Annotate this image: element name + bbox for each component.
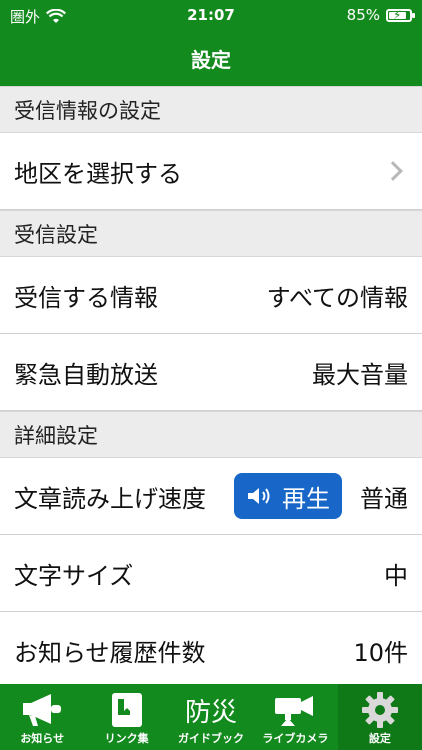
received-info-row[interactable]: 受信する情報 すべての情報 xyxy=(0,257,422,334)
tab-label: お知らせ xyxy=(20,732,65,745)
tab-links[interactable]: リンク集 xyxy=(84,684,168,750)
battery-percent: 85% xyxy=(346,6,380,24)
book-icon xyxy=(111,693,142,727)
page-title: 設定 xyxy=(191,47,231,72)
chevron-right-icon xyxy=(383,161,403,181)
status-bar: 圏外 21:07 85% ⚡ xyxy=(0,0,422,30)
play-button[interactable]: 再生 xyxy=(234,473,342,519)
emergency-broadcast-row[interactable]: 緊急自動放送 最大音量 xyxy=(0,334,422,411)
nav-bar: 設定 xyxy=(0,30,422,86)
reading-speed-row[interactable]: 文章読み上げ速度 再生 普通 xyxy=(0,458,422,535)
row-label: お知らせ履歴件数 xyxy=(14,638,206,667)
history-count-row[interactable]: お知らせ履歴件数 10件 xyxy=(0,612,422,684)
bousai-text-icon: 防災 xyxy=(185,697,238,728)
font-size-row[interactable]: 文字サイズ 中 xyxy=(0,535,422,612)
battery-icon: ⚡ xyxy=(386,7,415,22)
section-header-reception-info: 受信情報の設定 xyxy=(0,86,422,133)
section-title: 受信情報の設定 xyxy=(14,98,161,123)
tab-label: ライブカメラ xyxy=(262,732,329,745)
row-value: 最大音量 xyxy=(312,360,408,389)
megaphone-icon xyxy=(23,694,62,726)
camera-icon xyxy=(275,696,314,726)
tab-guidebook[interactable]: 防災 ガイドブック xyxy=(169,684,253,750)
row-label: 受信する情報 xyxy=(14,283,158,312)
tab-settings[interactable]: 設定 xyxy=(337,684,422,750)
charging-bolt-icon: ⚡ xyxy=(393,7,402,22)
play-button-label: 再生 xyxy=(282,484,330,513)
tab-label: リンク集 xyxy=(104,732,149,745)
select-district-row[interactable]: 地区を選択する xyxy=(0,133,422,210)
section-title: 詳細設定 xyxy=(14,423,98,448)
tab-live-camera[interactable]: ライブカメラ xyxy=(253,684,337,750)
section-header-advanced: 詳細設定 xyxy=(0,411,422,458)
gear-icon xyxy=(361,692,398,728)
row-label: 文字サイズ xyxy=(14,561,134,590)
row-label: 地区を選択する xyxy=(14,159,182,188)
row-label: 緊急自動放送 xyxy=(14,360,158,389)
tab-bar: お知らせ リンク集 防災 ガイドブック ライブカメラ 設定 xyxy=(0,684,422,750)
tab-label: 設定 xyxy=(368,732,391,745)
row-value: 10件 xyxy=(353,638,408,667)
row-value: 中 xyxy=(384,561,408,590)
tab-label: ガイドブック xyxy=(178,732,245,745)
row-value: すべての情報 xyxy=(266,283,408,312)
tab-news[interactable]: お知らせ xyxy=(0,684,84,750)
settings-list[interactable]: 受信情報の設定 地区を選択する 受信設定 受信する情報 すべての情報 緊急自動放… xyxy=(0,86,422,684)
section-title: 受信設定 xyxy=(14,222,98,247)
row-value: 普通 xyxy=(360,484,408,513)
speaker-icon xyxy=(248,488,270,504)
section-header-reception-settings: 受信設定 xyxy=(0,210,422,257)
row-label: 文章読み上げ速度 xyxy=(14,484,206,513)
status-right: 85% ⚡ xyxy=(346,6,415,24)
